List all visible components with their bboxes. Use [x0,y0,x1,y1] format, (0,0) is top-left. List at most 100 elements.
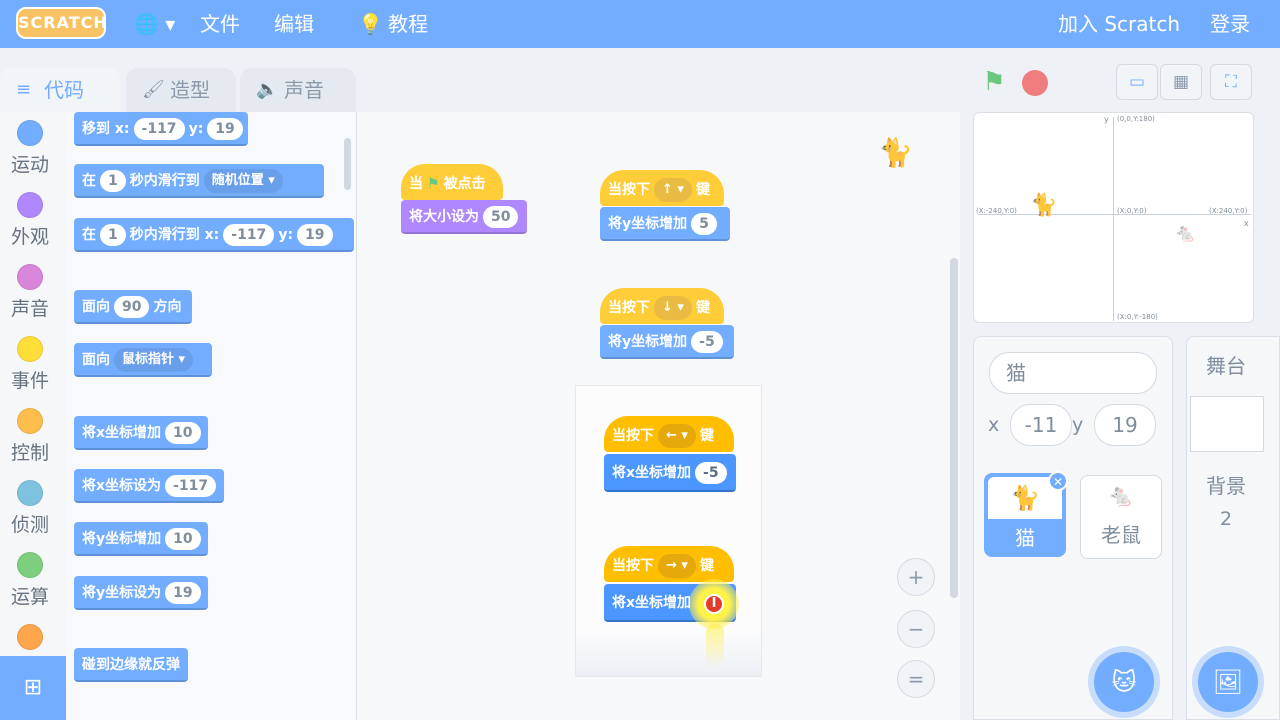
block-goto-xy[interactable]: 移到 x: -117 y: 19 [74,112,248,146]
small-stage-button[interactable]: ▭ [1116,64,1158,100]
tab-code[interactable]: ≡ 代码 [0,68,120,112]
join-scratch-link[interactable]: 加入 Scratch [1058,0,1180,48]
text-cursor-icon[interactable]: I [704,594,724,614]
sprite-thumb-cat[interactable]: 🐈 猫 ✕ [984,471,1068,557]
block-change-x-left[interactable]: 将x坐标增加 -5 [604,454,736,492]
category-sensing[interactable]: 侦测 [0,480,60,537]
y-input[interactable]: 19 [297,224,333,246]
sign-in-link[interactable]: 登录 [1210,0,1250,48]
block-text: 将x坐标设为 [82,478,162,494]
y-input[interactable]: 19 [207,118,243,140]
block-bounce[interactable]: 碰到边缘就反弹 [74,648,188,682]
menu-tutorials[interactable]: 教程 [388,0,428,48]
value-input[interactable]: -5 [695,462,727,484]
choose-sprite-button[interactable]: 🐱 [1094,652,1154,712]
block-glide-random[interactable]: 在 1 秒内滑行到 随机位置 ▾ [74,164,324,198]
tab-code-label: 代码 [44,78,84,102]
block-text: 在 [82,227,96,243]
language-menu-globe-icon[interactable]: 🌐 ▾ [134,0,175,48]
category-sound[interactable]: 声音 [0,264,60,321]
category-variables[interactable] [0,624,60,654]
menu-edit[interactable]: 编辑 [274,0,314,48]
stage-label-left: (X:-240,Y:0) [976,207,1017,215]
sprite-x-field[interactable]: -11 [1010,404,1072,446]
stop-button[interactable] [1022,70,1048,96]
category-control[interactable]: 控制 [0,408,60,465]
block-set-y[interactable]: 将y坐标设为 19 [74,576,208,610]
speaker-icon: 🔈 [256,79,279,100]
key-dropdown[interactable]: ↓ ▾ [654,296,692,320]
when-key-right-hat[interactable]: 当按下 → ▾ 键 [604,546,734,582]
block-change-y-up[interactable]: 将y坐标增加 5 [600,207,730,241]
choose-backdrop-button[interactable]: 🖼 [1198,652,1258,712]
menu-file[interactable]: 文件 [200,0,240,48]
block-text: 键 [699,428,714,444]
stage-canvas[interactable]: (0,0,Y:180) (X:-240,Y:0) (X:0,Y:0) (X:24… [973,112,1254,323]
block-text: 将x坐标增加 [612,465,692,481]
category-dot [17,552,43,578]
direction-input[interactable]: 90 [114,296,150,318]
target-dropdown[interactable]: 随机位置 ▾ [203,169,283,193]
size-input[interactable]: 50 [483,206,519,228]
when-key-left-hat[interactable]: 当按下 ← ▾ 键 [604,416,734,452]
category-dot [17,264,43,290]
value-input[interactable]: 19 [165,582,201,604]
green-flag-button[interactable]: ⚑ [978,66,1010,98]
tab-sounds-label: 声音 [284,78,324,102]
add-extension-button[interactable]: ⊞ [0,656,66,720]
value-input[interactable]: 10 [165,528,201,550]
stage-y-axis-label: y [1104,115,1109,124]
sprite-y-field[interactable]: 19 [1094,404,1156,446]
key-dropdown[interactable]: ↑ ▾ [654,178,692,202]
sprite-thumb-mouse[interactable]: 🐁 老鼠 [1080,475,1162,559]
value-input[interactable]: 5 [691,213,717,235]
block-text: 将y坐标增加 [82,531,162,547]
category-events[interactable]: 事件 [0,336,60,393]
towards-dropdown[interactable]: 鼠标指针 ▾ [114,348,194,372]
category-looks[interactable]: 外观 [0,192,60,249]
delete-sprite-icon[interactable]: ✕ [1048,471,1068,491]
value-input[interactable]: 10 [165,422,201,444]
category-operators[interactable]: 运算 [0,552,60,609]
block-change-x[interactable]: 将x坐标增加 10 [74,416,208,450]
stage-x-axis-label: x [1244,219,1249,228]
fullscreen-button[interactable]: ⛶ [1210,64,1252,100]
when-key-down-hat[interactable]: 当按下 ↓ ▾ 键 [600,288,724,324]
zoom-in-button[interactable]: + [897,558,935,596]
cat-sprite-icon[interactable]: 🐈 [1030,193,1057,218]
sprite-name-field[interactable]: 猫 [989,352,1157,394]
block-change-y-down[interactable]: 将y坐标增加 -5 [600,325,734,359]
backdrop-thumbnail[interactable] [1190,396,1264,452]
block-point-direction[interactable]: 面向 90 方向 [74,290,192,324]
when-flag-clicked-hat[interactable]: 当 ⚑ 被点击 [401,164,503,200]
palette-scrollbar[interactable] [344,138,351,190]
secs-input[interactable]: 1 [100,224,126,246]
value-input[interactable]: -117 [165,475,217,497]
x-input[interactable]: -117 [223,224,275,246]
block-set-x[interactable]: 将x坐标设为 -117 [74,469,224,503]
block-point-towards[interactable]: 面向 鼠标指针 ▾ [74,343,212,377]
tab-sounds[interactable]: 🔈 声音 [240,68,356,112]
block-change-y[interactable]: 将y坐标增加 10 [74,522,208,556]
category-motion[interactable]: 运动 [0,120,60,177]
zoom-reset-button[interactable]: = [897,660,935,698]
key-dropdown[interactable]: → ▾ [658,554,696,578]
value-input[interactable]: -5 [691,331,723,353]
scratch-logo[interactable]: SCRATCH [16,7,107,39]
block-glide-xy[interactable]: 在 1 秒内滑行到 x: -117 y: 19 [74,218,354,252]
tab-costumes[interactable]: 🖌 造型 [126,68,236,112]
block-text: 方向 [153,299,182,315]
block-set-size[interactable]: 将大小设为 50 [401,200,527,234]
script-scrollbar[interactable] [950,258,958,598]
block-text: 面向 [82,299,110,315]
when-key-up-hat[interactable]: 当按下 ↑ ▾ 键 [600,170,724,206]
key-dropdown[interactable]: ← ▾ [658,424,696,448]
mouse-sprite-icon[interactable]: 🐁 [1174,223,1196,244]
block-text: 秒内滑行到 [129,173,200,189]
large-stage-button[interactable]: ▦ [1160,64,1202,100]
secs-input[interactable]: 1 [100,170,126,192]
x-input[interactable]: -117 [133,118,185,140]
tab-costumes-label: 造型 [170,78,210,102]
block-text: 将y坐标增加 [608,216,688,232]
zoom-out-button[interactable]: − [897,610,935,648]
